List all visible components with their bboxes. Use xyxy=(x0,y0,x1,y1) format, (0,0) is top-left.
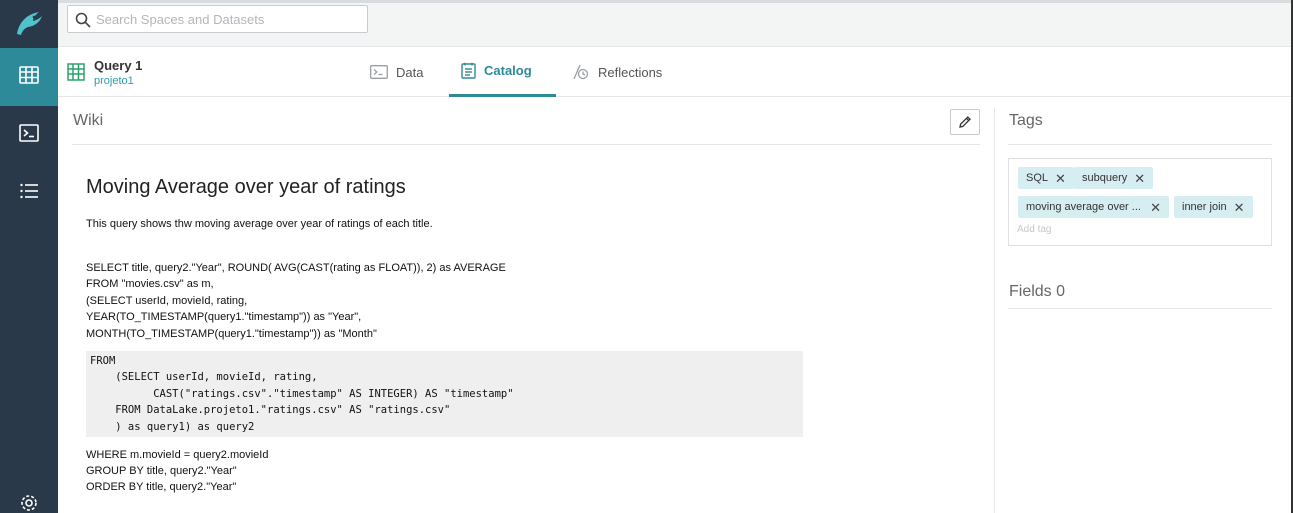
dataset-icon xyxy=(67,63,85,86)
sql-line: WHERE m.movieId = query2.movieId xyxy=(86,449,269,462)
sql-line: GROUP BY title, query2."Year" xyxy=(86,465,237,478)
nav-jobs-button[interactable] xyxy=(0,164,58,222)
catalog-icon xyxy=(461,62,476,79)
search-box[interactable] xyxy=(67,5,368,33)
wiki-section-title: Wiki xyxy=(73,112,104,129)
wiki-divider xyxy=(72,144,980,145)
tab-data-label: Data xyxy=(396,64,424,80)
remove-tag-icon[interactable]: ✕ xyxy=(1234,201,1245,214)
add-tag-input[interactable] xyxy=(1017,224,1167,235)
remove-tag-icon[interactable]: ✕ xyxy=(1150,201,1161,214)
sql-line: YEAR(TO_TIMESTAMP(query1."timestamp")) a… xyxy=(86,311,362,324)
tag-chip[interactable]: subquery ✕ xyxy=(1074,167,1154,189)
search-icon xyxy=(75,12,91,28)
tab-data[interactable]: Data xyxy=(358,47,435,97)
tag-chip[interactable]: moving average over ... ✕ xyxy=(1018,196,1169,218)
tab-reflections-label: Reflections xyxy=(598,64,663,80)
tab-catalog-label: Catalog xyxy=(484,63,532,78)
tag-label: moving average over ... xyxy=(1026,201,1141,213)
dataset-space-link[interactable]: projeto1 xyxy=(94,75,134,87)
wiki-sql-text: SELECT title, query2."Year", ROUND( AVG(… xyxy=(86,260,806,342)
list-icon xyxy=(19,182,39,205)
tags-divider xyxy=(1008,144,1272,145)
tab-reflections[interactable]: Reflections xyxy=(560,47,674,97)
terminal-icon xyxy=(19,123,39,147)
nav-settings-button[interactable] xyxy=(0,490,58,513)
reflections-icon xyxy=(573,64,589,80)
wiki-heading: Moving Average over year of ratings xyxy=(86,176,406,198)
sql-line: MONTH(TO_TIMESTAMP(query1."timestamp")) … xyxy=(86,327,377,340)
remove-tag-icon[interactable]: ✕ xyxy=(1055,172,1066,185)
search-input[interactable] xyxy=(96,11,367,27)
tab-catalog[interactable]: Catalog xyxy=(449,47,556,97)
table-icon xyxy=(19,65,39,89)
tag-label: subquery xyxy=(1082,172,1128,184)
sql-line: ORDER BY title, query2."Year" xyxy=(86,481,237,494)
tags-section-title: Tags xyxy=(1009,112,1043,129)
tag-editor[interactable]: SQL ✕ subquery ✕ moving average over ... ✕ … xyxy=(1008,158,1272,246)
tag-label: inner join xyxy=(1182,201,1227,213)
dataset-title: Query 1 xyxy=(94,58,143,73)
sql-line: FROM "movies.csv" as m, xyxy=(86,278,214,291)
wiki-description: This query shows thw moving average over… xyxy=(86,218,433,230)
sql-line: SELECT title, query2."Year", ROUND( AVG(… xyxy=(86,262,506,274)
left-nav xyxy=(0,0,58,513)
wiki-code-block: FROM (SELECT userId, movieId, rating, CA… xyxy=(86,351,803,438)
remove-tag-icon[interactable]: ✕ xyxy=(1134,172,1145,185)
wiki-content: Moving Average over year of ratings This… xyxy=(86,174,806,496)
fields-section-title: Fields 0 xyxy=(1009,283,1066,300)
dataset-header: Query 1 projeto1 Data Catalog Reflection… xyxy=(58,47,1293,97)
nav-sql-runner-button[interactable] xyxy=(0,106,58,164)
tag-chip[interactable]: inner join ✕ xyxy=(1174,196,1253,218)
column-divider xyxy=(994,108,995,513)
sql-line: (SELECT userId, movieId, rating, xyxy=(86,294,248,307)
dremio-logo[interactable] xyxy=(0,0,58,48)
gear-icon xyxy=(20,494,38,513)
top-bar xyxy=(58,0,1293,47)
wiki-sql-text-after: WHERE m.movieId = query2.movieId GROUP B… xyxy=(86,447,806,496)
tag-label: SQL xyxy=(1026,172,1049,184)
nav-datasets-button[interactable] xyxy=(0,48,58,106)
pencil-icon xyxy=(959,116,971,128)
terminal-icon xyxy=(370,65,388,79)
app: Query 1 projeto1 Data Catalog Reflection… xyxy=(0,0,1293,513)
edit-wiki-button[interactable] xyxy=(950,109,980,135)
tag-chip[interactable]: SQL ✕ xyxy=(1018,167,1074,189)
fields-divider xyxy=(1008,308,1272,309)
